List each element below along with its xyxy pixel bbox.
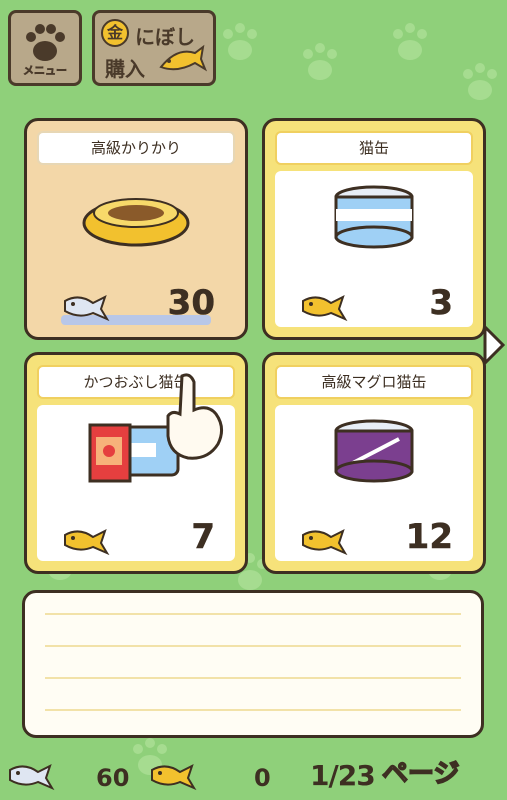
gold-fish-count: 0 <box>254 764 271 792</box>
item-price: 30 <box>167 283 215 324</box>
gold-fish-icon <box>159 44 207 72</box>
gold-badge: 金 <box>101 19 129 47</box>
menu-button[interactable]: メニュー <box>8 10 82 86</box>
food-bowl-icon <box>82 198 190 247</box>
gold-fish-icon <box>151 764 197 791</box>
gold-fish-icon <box>302 295 348 322</box>
item-title: 高級マグロ猫缶 <box>275 365 473 399</box>
item-card-premium-kibble[interactable]: 高級かりかり 30 <box>24 118 248 340</box>
silver-fish-icon <box>9 764 55 791</box>
silver-fish-icon <box>64 295 110 322</box>
item-title: 高級かりかり <box>37 131 235 165</box>
item-price: 3 <box>429 283 453 324</box>
next-page-arrow-icon[interactable] <box>481 323 507 367</box>
buy-gold-niboshi-button[interactable]: 金 にぼし 購入 <box>92 10 216 86</box>
menu-label: メニュー <box>23 64 68 78</box>
silver-fish-count: 60 <box>96 764 130 792</box>
item-title: 猫缶 <box>275 131 473 165</box>
item-description-box <box>22 590 484 738</box>
gold-fish-icon <box>64 529 110 556</box>
page-indicator: 1/23 <box>310 759 376 792</box>
page-label: ページ <box>381 758 460 790</box>
gold-button-label-line2: 購入 <box>105 57 145 81</box>
item-card-premium-tuna-can[interactable]: 高級マグロ猫缶 12 <box>262 352 486 574</box>
pointing-hand-icon <box>166 373 223 460</box>
paw-icon <box>26 24 65 61</box>
cat-can-icon <box>334 185 414 249</box>
footer-bar: 60 0 1/23 ページ <box>0 756 507 800</box>
gold-fish-icon <box>302 529 348 556</box>
item-card-cat-can[interactable]: 猫缶 3 <box>262 118 486 340</box>
tuna-can-icon <box>334 419 414 483</box>
item-price: 12 <box>405 517 453 558</box>
item-price: 7 <box>191 517 215 558</box>
